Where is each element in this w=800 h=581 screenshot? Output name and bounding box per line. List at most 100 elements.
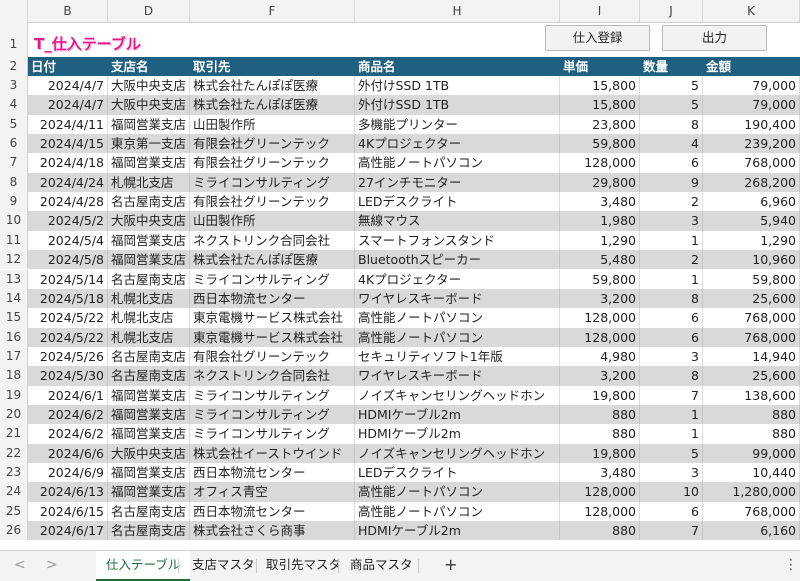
cell-supplier[interactable]: 株式会社イーストウインド xyxy=(190,443,355,463)
cell-unit-price[interactable]: 19,800 xyxy=(560,443,640,463)
cell-quantity[interactable]: 8 xyxy=(640,288,703,309)
cell-date[interactable]: 2024/6/2 xyxy=(28,424,108,444)
column-header-i[interactable]: I xyxy=(560,0,640,22)
row-header[interactable]: 8 xyxy=(0,172,28,193)
cell-product[interactable]: 高性能ノートパソコン xyxy=(355,153,560,173)
cell-quantity[interactable]: 5 xyxy=(640,95,703,115)
cell-date[interactable]: 2024/5/22 xyxy=(28,327,108,347)
row-header[interactable]: 25 xyxy=(0,501,28,522)
cell-supplier[interactable]: 西日本物流センター xyxy=(190,501,355,522)
cell-product[interactable]: 高性能ノートパソコン xyxy=(355,501,560,522)
cell-amount[interactable]: 138,600 xyxy=(703,385,800,405)
cell-date[interactable]: 2024/4/7 xyxy=(28,95,108,115)
cell-product[interactable]: ノイズキャンセリングヘッドホン xyxy=(355,443,560,463)
cell-unit-price[interactable]: 4,980 xyxy=(560,346,640,367)
cell-branch[interactable]: 名古屋南支店 xyxy=(108,366,190,386)
cell-amount[interactable]: 239,200 xyxy=(703,134,800,154)
cell-branch[interactable]: 東京第一支店 xyxy=(108,134,190,154)
cell-amount[interactable]: 6,160 xyxy=(703,521,800,541)
cell-date[interactable]: 2024/5/8 xyxy=(28,250,108,270)
cell-date[interactable]: 2024/4/28 xyxy=(28,192,108,212)
cell-product[interactable]: 外付けSSD 1TB xyxy=(355,95,560,115)
cell-unit-price[interactable]: 128,000 xyxy=(560,153,640,173)
cell-amount[interactable]: 25,600 xyxy=(703,288,800,309)
cell-amount[interactable]: 5,940 xyxy=(703,211,800,231)
cell-supplier[interactable]: 山田製作所 xyxy=(190,114,355,135)
cell-branch[interactable]: 札幌北支店 xyxy=(108,288,190,309)
header-date[interactable]: 日付 xyxy=(28,57,108,76)
cell-supplier[interactable]: 有限会社グリーンテック xyxy=(190,346,355,367)
cell-product[interactable]: 27インチモニター xyxy=(355,172,560,193)
column-header-k[interactable]: K xyxy=(703,0,800,22)
cell-product[interactable]: LEDデスクライト xyxy=(355,463,560,483)
cell-quantity[interactable]: 6 xyxy=(640,327,703,347)
cell-date[interactable]: 2024/6/9 xyxy=(28,463,108,483)
cell-quantity[interactable]: 2 xyxy=(640,250,703,270)
cell-unit-price[interactable]: 29,800 xyxy=(560,172,640,193)
cell-supplier[interactable]: 西日本物流センター xyxy=(190,463,355,483)
cell-quantity[interactable]: 1 xyxy=(640,269,703,289)
cell-date[interactable]: 2024/5/26 xyxy=(28,346,108,367)
cell-quantity[interactable]: 8 xyxy=(640,366,703,386)
cell-quantity[interactable]: 2 xyxy=(640,192,703,212)
cell-unit-price[interactable]: 880 xyxy=(560,521,640,541)
cell-product[interactable]: 高性能ノートパソコン xyxy=(355,308,560,328)
row-header[interactable]: 26 xyxy=(0,521,28,541)
cell-quantity[interactable]: 3 xyxy=(640,463,703,483)
cell-amount[interactable]: 6,960 xyxy=(703,192,800,212)
column-header-b[interactable]: B xyxy=(28,0,108,22)
cell-amount[interactable]: 268,200 xyxy=(703,172,800,193)
cell-unit-price[interactable]: 128,000 xyxy=(560,308,640,328)
cell-product[interactable]: 多機能プリンター xyxy=(355,114,560,135)
cell-date[interactable]: 2024/6/2 xyxy=(28,404,108,425)
cell-amount[interactable]: 768,000 xyxy=(703,153,800,173)
next-sheet-icon[interactable]: > xyxy=(46,551,58,579)
cell-branch[interactable]: 福岡営業支店 xyxy=(108,385,190,405)
cell-unit-price[interactable]: 128,000 xyxy=(560,482,640,502)
cell-branch[interactable]: 大阪中央支店 xyxy=(108,95,190,115)
cell-date[interactable]: 2024/5/14 xyxy=(28,269,108,289)
cell-branch[interactable]: 福岡営業支店 xyxy=(108,404,190,425)
cell-amount[interactable]: 10,960 xyxy=(703,250,800,270)
row-header[interactable]: 9 xyxy=(0,192,28,212)
cell-supplier[interactable]: ネクストリンク合同会社 xyxy=(190,366,355,386)
column-header-d[interactable]: D xyxy=(108,0,190,22)
header-branch[interactable]: 支店名 xyxy=(108,57,190,76)
cell-branch[interactable]: 福岡営業支店 xyxy=(108,114,190,135)
cell-amount[interactable]: 768,000 xyxy=(703,501,800,522)
cell-product[interactable]: HDMIケーブル2m xyxy=(355,404,560,425)
cell-product[interactable]: ワイヤレスキーボード xyxy=(355,288,560,309)
cell-quantity[interactable]: 1 xyxy=(640,404,703,425)
cell-quantity[interactable]: 3 xyxy=(640,211,703,231)
cell-branch[interactable]: 福岡営業支店 xyxy=(108,153,190,173)
cell-unit-price[interactable]: 5,480 xyxy=(560,250,640,270)
cell-unit-price[interactable]: 15,800 xyxy=(560,76,640,96)
cell-supplier[interactable]: ミライコンサルティング xyxy=(190,269,355,289)
cell-amount[interactable]: 99,000 xyxy=(703,443,800,463)
cell-product[interactable]: セキュリティソフト1年版 xyxy=(355,346,560,367)
cell-amount[interactable]: 880 xyxy=(703,404,800,425)
tab-product-master[interactable]: 商品マスタ xyxy=(340,551,423,579)
cell-product[interactable]: スマートフォンスタンド xyxy=(355,230,560,251)
row-header[interactable]: 24 xyxy=(0,482,28,502)
cell-date[interactable]: 2024/4/11 xyxy=(28,114,108,135)
cell-product[interactable]: ワイヤレスキーボード xyxy=(355,366,560,386)
tab-branch-master[interactable]: 支店マスタ xyxy=(182,551,265,579)
cell-date[interactable]: 2024/6/1 xyxy=(28,385,108,405)
cell-date[interactable]: 2024/4/18 xyxy=(28,153,108,173)
cell-product[interactable]: 4Kプロジェクター xyxy=(355,269,560,289)
output-button[interactable]: 出力 xyxy=(662,25,767,51)
cell-date[interactable]: 2024/6/17 xyxy=(28,521,108,541)
row-header[interactable]: 6 xyxy=(0,134,28,154)
cell-product[interactable]: Bluetoothスピーカー xyxy=(355,250,560,270)
cell-branch[interactable]: 札幌北支店 xyxy=(108,308,190,328)
cell-unit-price[interactable]: 3,480 xyxy=(560,463,640,483)
cell-branch[interactable]: 名古屋南支店 xyxy=(108,346,190,367)
cell-branch[interactable]: 大阪中央支店 xyxy=(108,211,190,231)
cell-amount[interactable]: 10,440 xyxy=(703,463,800,483)
row-header[interactable]: 1 xyxy=(0,22,28,57)
cell-amount[interactable]: 190,400 xyxy=(703,114,800,135)
header-unit-price[interactable]: 単価 xyxy=(560,57,640,76)
cell-quantity[interactable]: 10 xyxy=(640,482,703,502)
cell-date[interactable]: 2024/5/2 xyxy=(28,211,108,231)
